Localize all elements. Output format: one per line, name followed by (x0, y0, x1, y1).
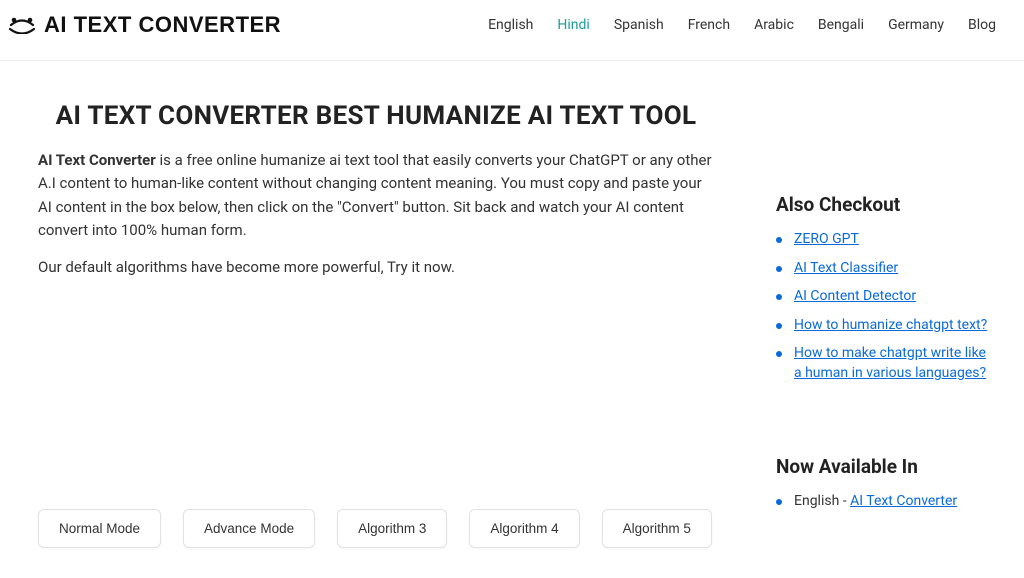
mode-normal-button[interactable]: Normal Mode (38, 509, 161, 548)
nav-french[interactable]: French (688, 17, 730, 33)
nav-spanish[interactable]: Spanish (614, 17, 664, 33)
list-item: AI Text Classifier (776, 259, 992, 279)
sidebar: Also Checkout ZERO GPT AI Text Classifie… (768, 91, 1000, 534)
mode-advance-button[interactable]: Advance Mode (183, 509, 315, 548)
mode-algorithm5-button[interactable]: Algorithm 5 (602, 509, 712, 548)
mode-row: Normal Mode Advance Mode Algorithm 3 Alg… (38, 509, 714, 548)
intro-paragraph-1: AI Text Converter is a free online human… (38, 149, 714, 242)
sidebar-now-available: Now Available In English - AI Text Conve… (768, 447, 1000, 535)
link-humanize-chatgpt[interactable]: How to humanize chatgpt text? (794, 317, 987, 333)
mode-algorithm4-button[interactable]: Algorithm 4 (469, 509, 579, 548)
nav-english[interactable]: English (488, 17, 533, 33)
sidebar-also-checkout: Also Checkout ZERO GPT AI Text Classifie… (768, 185, 1000, 407)
link-chatgpt-languages[interactable]: How to make chatgpt write like a human i… (794, 345, 986, 381)
nav-bengali[interactable]: Bengali (818, 17, 864, 33)
logo[interactable]: AI TEXT CONVERTER (8, 12, 281, 38)
list-item: English - AI Text Converter (776, 492, 992, 512)
nav-germany[interactable]: Germany (888, 17, 944, 33)
list-item: How to make chatgpt write like a human i… (776, 344, 992, 383)
logo-icon (8, 16, 36, 34)
intro-text: AI Text Converter is a free online human… (38, 149, 714, 279)
link-ai-content-detector[interactable]: AI Content Detector (794, 288, 916, 304)
intro-paragraph-2: Our default algorithms have become more … (38, 256, 714, 279)
list-item: ZERO GPT (776, 230, 992, 250)
also-checkout-title: Also Checkout (776, 193, 992, 216)
page-title: AI TEXT CONVERTER BEST HUMANIZE AI TEXT … (38, 101, 714, 131)
also-checkout-list: ZERO GPT AI Text Classifier AI Content D… (776, 230, 992, 384)
logo-text: AI TEXT CONVERTER (44, 12, 281, 38)
list-item: AI Content Detector (776, 287, 992, 307)
main-content: AI TEXT CONVERTER BEST HUMANIZE AI TEXT … (24, 91, 734, 578)
now-available-title: Now Available In (776, 455, 992, 478)
nav-blog[interactable]: Blog (968, 17, 996, 33)
nav-arabic[interactable]: Arabic (754, 17, 794, 33)
list-item: How to humanize chatgpt text? (776, 316, 992, 336)
nav: English Hindi Spanish French Arabic Beng… (488, 17, 996, 33)
separator: - (839, 493, 850, 509)
nav-hindi[interactable]: Hindi (557, 17, 589, 33)
now-available-list: English - AI Text Converter (776, 492, 992, 512)
mode-algorithm3-button[interactable]: Algorithm 3 (337, 509, 447, 548)
available-lang: English (794, 493, 839, 509)
page-body: AI TEXT CONVERTER BEST HUMANIZE AI TEXT … (0, 61, 1024, 578)
link-zero-gpt[interactable]: ZERO GPT (794, 231, 859, 247)
link-ai-text-converter[interactable]: AI Text Converter (850, 493, 957, 509)
link-ai-text-classifier[interactable]: AI Text Classifier (794, 260, 898, 276)
site-header: AI TEXT CONVERTER English Hindi Spanish … (0, 0, 1024, 61)
intro-bold: AI Text Converter (38, 151, 156, 169)
